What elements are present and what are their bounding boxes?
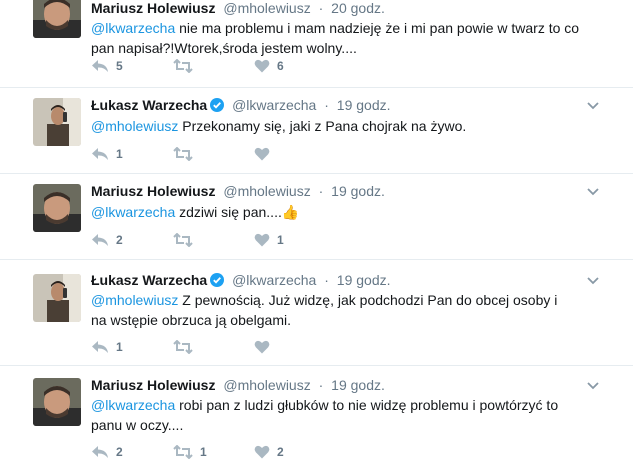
- avatar[interactable]: [33, 98, 81, 146]
- reply-count: 5: [116, 59, 123, 73]
- author-handle[interactable]: @mholewiusz: [223, 183, 310, 199]
- verified-icon: [210, 273, 225, 287]
- tweet-time[interactable]: 20 godz.: [331, 0, 385, 16]
- caret-down-icon[interactable]: [587, 102, 599, 110]
- tweet-header: Mariusz Holewiusz @mholewiusz · 19 godz.: [91, 377, 385, 393]
- avatar[interactable]: [33, 274, 81, 322]
- author-name[interactable]: Mariusz Holewiusz: [91, 377, 215, 393]
- tweet-time[interactable]: 19 godz.: [337, 272, 391, 288]
- retweet-icon: [173, 233, 193, 247]
- author-name[interactable]: Mariusz Holewiusz: [91, 183, 215, 199]
- reply-icon: [91, 340, 109, 354]
- separator-dot: ·: [318, 377, 324, 393]
- tweet[interactable]: Łukasz Warzecha @lkwarzecha · 19 godz. @…: [0, 260, 633, 366]
- tweet-header: Łukasz Warzecha @lkwarzecha · 19 godz.: [91, 97, 391, 113]
- reply-button[interactable]: 1: [91, 146, 123, 162]
- like-icon: [254, 59, 270, 73]
- tweet[interactable]: Łukasz Warzecha @lkwarzecha · 19 godz. @…: [0, 88, 633, 174]
- reply-icon: [91, 445, 109, 459]
- like-count: 1: [277, 233, 284, 247]
- separator-dot: ·: [318, 183, 324, 199]
- reply-button[interactable]: 2: [91, 444, 123, 460]
- reply-icon: [91, 233, 109, 247]
- like-icon: [254, 233, 270, 247]
- tweet-text: @lkwarzecha nie ma problemu i mam nadzie…: [91, 18, 591, 58]
- separator-dot: ·: [324, 272, 329, 288]
- reply-count: 1: [116, 340, 123, 354]
- author-name[interactable]: Łukasz Warzecha: [91, 97, 207, 113]
- separator-dot: ·: [318, 0, 324, 16]
- like-button[interactable]: 2: [254, 444, 284, 460]
- like-icon: [254, 147, 270, 161]
- reply-button[interactable]: 5: [91, 58, 123, 74]
- like-button[interactable]: [254, 339, 277, 355]
- retweet-button[interactable]: [173, 232, 200, 248]
- mention-link[interactable]: @lkwarzecha: [91, 204, 175, 220]
- tweet-text: @mholewiusz Przekonamy się, jaki z Pana …: [91, 116, 591, 136]
- mention-link[interactable]: @mholewiusz: [91, 292, 178, 308]
- retweet-count: 1: [200, 445, 207, 459]
- tweet-text: @lkwarzecha zdziwi się pan....👍: [91, 202, 591, 222]
- avatar[interactable]: [33, 184, 81, 232]
- mention-link[interactable]: @lkwarzecha: [91, 397, 175, 413]
- retweet-icon: [173, 340, 193, 354]
- reply-icon: [91, 147, 109, 161]
- tweet-time[interactable]: 19 godz.: [337, 97, 391, 113]
- reply-count: 1: [116, 147, 123, 161]
- caret-down-icon[interactable]: [587, 277, 599, 285]
- like-count: 6: [277, 59, 284, 73]
- retweet-button[interactable]: [173, 58, 200, 74]
- tweet-header: Mariusz Holewiusz @mholewiusz · 20 godz.: [91, 0, 385, 16]
- author-handle[interactable]: @mholewiusz: [223, 377, 310, 393]
- tweet-text-content: Przekonamy się, jaki z Pana chojrak na ż…: [178, 118, 467, 134]
- separator-dot: ·: [324, 97, 329, 113]
- reply-icon: [91, 59, 109, 73]
- tweet-header: Mariusz Holewiusz @mholewiusz · 19 godz.: [91, 183, 385, 199]
- like-button[interactable]: [254, 146, 277, 162]
- like-button[interactable]: 1: [254, 232, 284, 248]
- avatar[interactable]: [33, 378, 81, 426]
- author-name[interactable]: Mariusz Holewiusz: [91, 0, 215, 16]
- tweet-text-content: zdziwi się pan....: [175, 204, 282, 220]
- reply-count: 2: [116, 445, 123, 459]
- retweet-icon: [173, 445, 193, 459]
- retweet-button[interactable]: [173, 339, 200, 355]
- caret-down-icon[interactable]: [587, 382, 599, 390]
- like-count: 2: [277, 445, 284, 459]
- tweet-header: Łukasz Warzecha @lkwarzecha · 19 godz.: [91, 272, 391, 288]
- author-name[interactable]: Łukasz Warzecha: [91, 272, 207, 288]
- retweet-icon: [173, 147, 193, 161]
- verified-icon: [210, 98, 225, 112]
- like-icon: [254, 445, 270, 459]
- tweet-time[interactable]: 19 godz.: [331, 183, 385, 199]
- tweet[interactable]: Mariusz Holewiusz @mholewiusz · 19 godz.…: [0, 174, 633, 260]
- tweet-text: @mholewiusz Z pewnością. Już widzę, jak …: [91, 290, 561, 330]
- tweet[interactable]: Mariusz Holewiusz @mholewiusz · 20 godz.…: [0, 0, 633, 88]
- retweet-button[interactable]: [173, 146, 200, 162]
- retweet-icon: [173, 59, 193, 73]
- author-handle[interactable]: @lkwarzecha: [232, 272, 316, 288]
- caret-down-icon[interactable]: [587, 188, 599, 196]
- tweet-time[interactable]: 19 godz.: [331, 377, 385, 393]
- reply-button[interactable]: 2: [91, 232, 123, 248]
- author-handle[interactable]: @lkwarzecha: [232, 97, 316, 113]
- like-button[interactable]: 6: [254, 58, 284, 74]
- author-handle[interactable]: @mholewiusz: [223, 0, 310, 16]
- tweet-text: @lkwarzecha robi pan z ludzi głubków to …: [91, 395, 571, 435]
- mention-link[interactable]: @lkwarzecha: [91, 20, 175, 36]
- like-icon: [254, 340, 270, 354]
- thumbs-up-emoji: 👍: [281, 204, 300, 220]
- reply-button[interactable]: 1: [91, 339, 123, 355]
- retweet-button[interactable]: 1: [173, 444, 207, 460]
- avatar[interactable]: [33, 0, 81, 38]
- reply-count: 2: [116, 233, 123, 247]
- mention-link[interactable]: @mholewiusz: [91, 118, 178, 134]
